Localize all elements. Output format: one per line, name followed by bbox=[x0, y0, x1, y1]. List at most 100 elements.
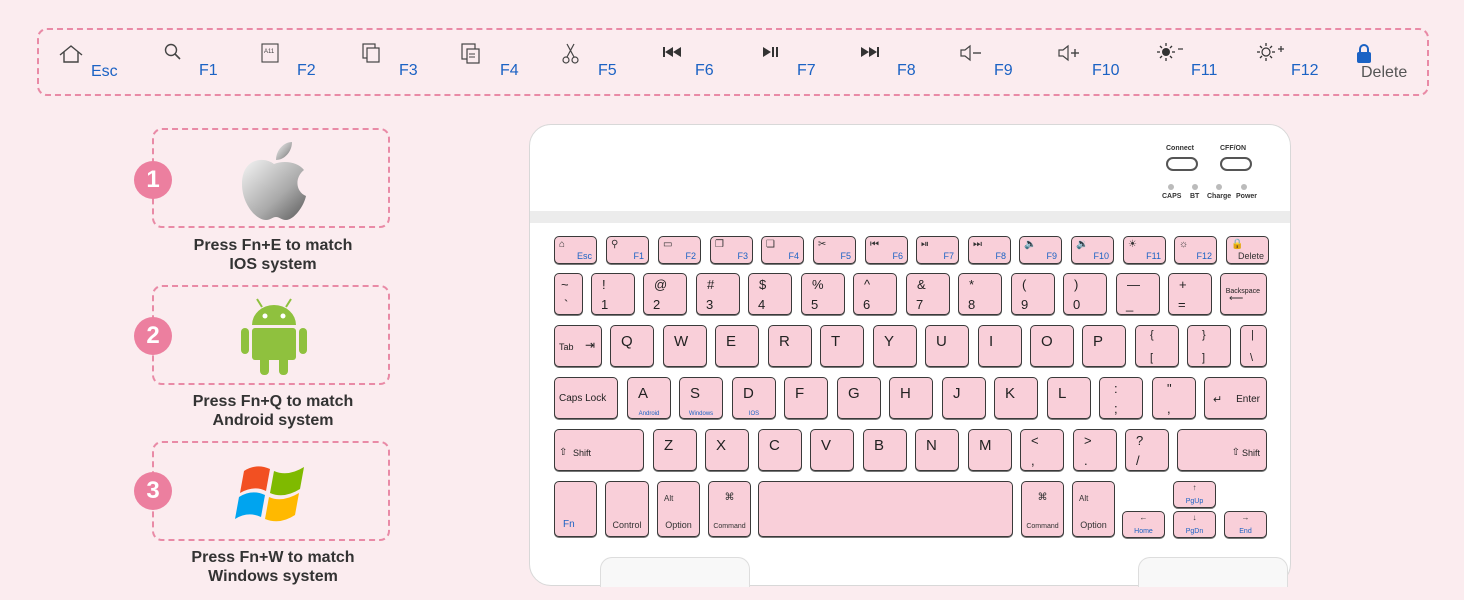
windows-logo-icon bbox=[235, 466, 304, 522]
key-z[interactable]: Z bbox=[653, 429, 697, 471]
key-control[interactable]: Control bbox=[605, 481, 649, 537]
key-f4[interactable]: ❏ F4 bbox=[761, 236, 804, 264]
brightness-down-icon bbox=[1157, 43, 1183, 61]
power-switch[interactable] bbox=[1220, 157, 1252, 171]
volume-up-icon bbox=[1058, 44, 1079, 62]
key-v[interactable]: V bbox=[810, 429, 854, 471]
key-f3[interactable]: ❐ F3 bbox=[710, 236, 753, 264]
key-5[interactable]: % 5 bbox=[801, 273, 845, 315]
key-equals[interactable]: + = bbox=[1168, 273, 1212, 315]
key-p[interactable]: P bbox=[1082, 325, 1126, 367]
home-icon bbox=[59, 45, 83, 63]
key-r[interactable]: R bbox=[768, 325, 812, 367]
key-f5[interactable]: ✂ F5 bbox=[813, 236, 856, 264]
key-f10[interactable]: 🔉 F10 bbox=[1071, 236, 1114, 264]
key-i[interactable]: I bbox=[978, 325, 1022, 367]
key-comma[interactable]: <, bbox=[1020, 429, 1064, 471]
key-f2[interactable]: ▭ F2 bbox=[658, 236, 701, 264]
key-f8[interactable]: ⏭ F8 bbox=[968, 236, 1011, 264]
cut-icon bbox=[562, 43, 579, 64]
key-backslash[interactable]: | \ bbox=[1240, 325, 1267, 367]
key-3[interactable]: #3 bbox=[696, 273, 740, 315]
key-left-shift[interactable]: ⇧ Shift bbox=[554, 429, 644, 471]
key-f6[interactable]: ⏮ F6 bbox=[865, 236, 908, 264]
key-b[interactable]: B bbox=[863, 429, 907, 471]
connect-button[interactable] bbox=[1166, 157, 1198, 171]
key-x[interactable]: X bbox=[705, 429, 749, 471]
key-q[interactable]: Q bbox=[610, 325, 654, 367]
volume-down-icon: 🔈 bbox=[1024, 239, 1037, 250]
search-icon: ⚲ bbox=[611, 239, 619, 250]
key-left-command[interactable]: ⌘ Command bbox=[708, 481, 751, 537]
key-l[interactable]: L bbox=[1047, 377, 1091, 419]
key-esc[interactable]: ⌂ Esc bbox=[554, 236, 597, 264]
key-h[interactable]: H bbox=[889, 377, 933, 419]
key-8[interactable]: * 8 bbox=[958, 273, 1002, 315]
key-f12[interactable]: ☼ F12 bbox=[1174, 236, 1217, 264]
key-o[interactable]: O bbox=[1030, 325, 1074, 367]
key-t[interactable]: T bbox=[820, 325, 864, 367]
key-f1[interactable]: ⚲ F1 bbox=[606, 236, 649, 264]
android-system-panel bbox=[152, 285, 390, 385]
key-w[interactable]: W bbox=[663, 325, 707, 367]
key-f[interactable]: F bbox=[784, 377, 828, 419]
key-tilde[interactable]: ~ ` bbox=[554, 273, 583, 315]
key-u[interactable]: U bbox=[925, 325, 969, 367]
key-home[interactable]: ← Home bbox=[1122, 511, 1165, 538]
key-2[interactable]: @2 bbox=[643, 273, 687, 315]
volume-up-icon: 🔉 bbox=[1076, 239, 1089, 250]
key-m[interactable]: M bbox=[968, 429, 1012, 471]
brightness-down-icon: ☀ bbox=[1128, 239, 1137, 250]
key-pgup[interactable]: ↑ PgUp bbox=[1173, 481, 1216, 508]
key-left-bracket[interactable]: {[ bbox=[1135, 325, 1179, 367]
key-g[interactable]: G bbox=[837, 377, 881, 419]
key-slash[interactable]: ? / bbox=[1125, 429, 1169, 471]
key-backspace[interactable]: Backspace ⟵ bbox=[1220, 273, 1267, 315]
key-period[interactable]: >. bbox=[1073, 429, 1117, 471]
keyboard-foot-right bbox=[1138, 557, 1288, 587]
key-f9[interactable]: 🔈 F9 bbox=[1019, 236, 1062, 264]
key-c[interactable]: C bbox=[758, 429, 802, 471]
power-switch-label: CFF/ON bbox=[1220, 145, 1247, 152]
home-icon: ⌂ bbox=[559, 239, 566, 250]
key-delete[interactable]: 🔒 Delete bbox=[1226, 236, 1269, 264]
key-enter[interactable]: Enter ↵ bbox=[1204, 377, 1267, 419]
key-6[interactable]: ^ 6 bbox=[853, 273, 897, 315]
key-caps-lock[interactable]: Caps Lock bbox=[554, 377, 618, 419]
key-left-option[interactable]: Alt Option bbox=[657, 481, 700, 537]
command-icon: ⌘ bbox=[724, 492, 735, 503]
key-0[interactable]: ) 0 bbox=[1063, 273, 1107, 315]
key-tab[interactable]: Tab ⇥ bbox=[554, 325, 602, 367]
key-1[interactable]: ! 1 bbox=[591, 273, 635, 315]
next-track-icon bbox=[861, 47, 879, 57]
key-fn[interactable]: Fn bbox=[554, 481, 597, 537]
step-badge-3: 3 bbox=[134, 472, 172, 510]
key-j[interactable]: J bbox=[942, 377, 986, 419]
key-k[interactable]: K bbox=[994, 377, 1038, 419]
key-right-shift[interactable]: ⇧ Shift bbox=[1177, 429, 1267, 471]
key-semicolon[interactable]: :; bbox=[1099, 377, 1143, 419]
key-pgdn[interactable]: ↓ PgDn bbox=[1173, 511, 1216, 538]
key-s[interactable]: S Windows bbox=[679, 377, 723, 419]
ios-system-panel bbox=[152, 128, 390, 228]
volume-down-icon bbox=[960, 44, 981, 62]
key-9[interactable]: (9 bbox=[1011, 273, 1055, 315]
key-e[interactable]: E bbox=[715, 325, 759, 367]
key-f7[interactable]: ⏯ F7 bbox=[916, 236, 959, 264]
connect-label: Connect bbox=[1166, 145, 1194, 152]
key-7[interactable]: & 7 bbox=[906, 273, 950, 315]
key-y[interactable]: Y bbox=[873, 325, 917, 367]
key-right-bracket[interactable]: }] bbox=[1187, 325, 1231, 367]
key-n[interactable]: N bbox=[915, 429, 959, 471]
key-quote[interactable]: ", bbox=[1152, 377, 1196, 419]
key-right-option[interactable]: Alt Option bbox=[1072, 481, 1115, 537]
key-minus[interactable]: — _ bbox=[1116, 273, 1160, 315]
key-end[interactable]: → End bbox=[1224, 511, 1267, 538]
shift-icon: ⇧ bbox=[1231, 447, 1240, 458]
key-d[interactable]: D IOS bbox=[732, 377, 776, 419]
key-space[interactable] bbox=[758, 481, 1013, 537]
key-a[interactable]: A Android bbox=[627, 377, 671, 419]
key-f11[interactable]: ☀ F11 bbox=[1123, 236, 1166, 264]
key-right-command[interactable]: ⌘ Command bbox=[1021, 481, 1064, 537]
key-4[interactable]: $4 bbox=[748, 273, 792, 315]
